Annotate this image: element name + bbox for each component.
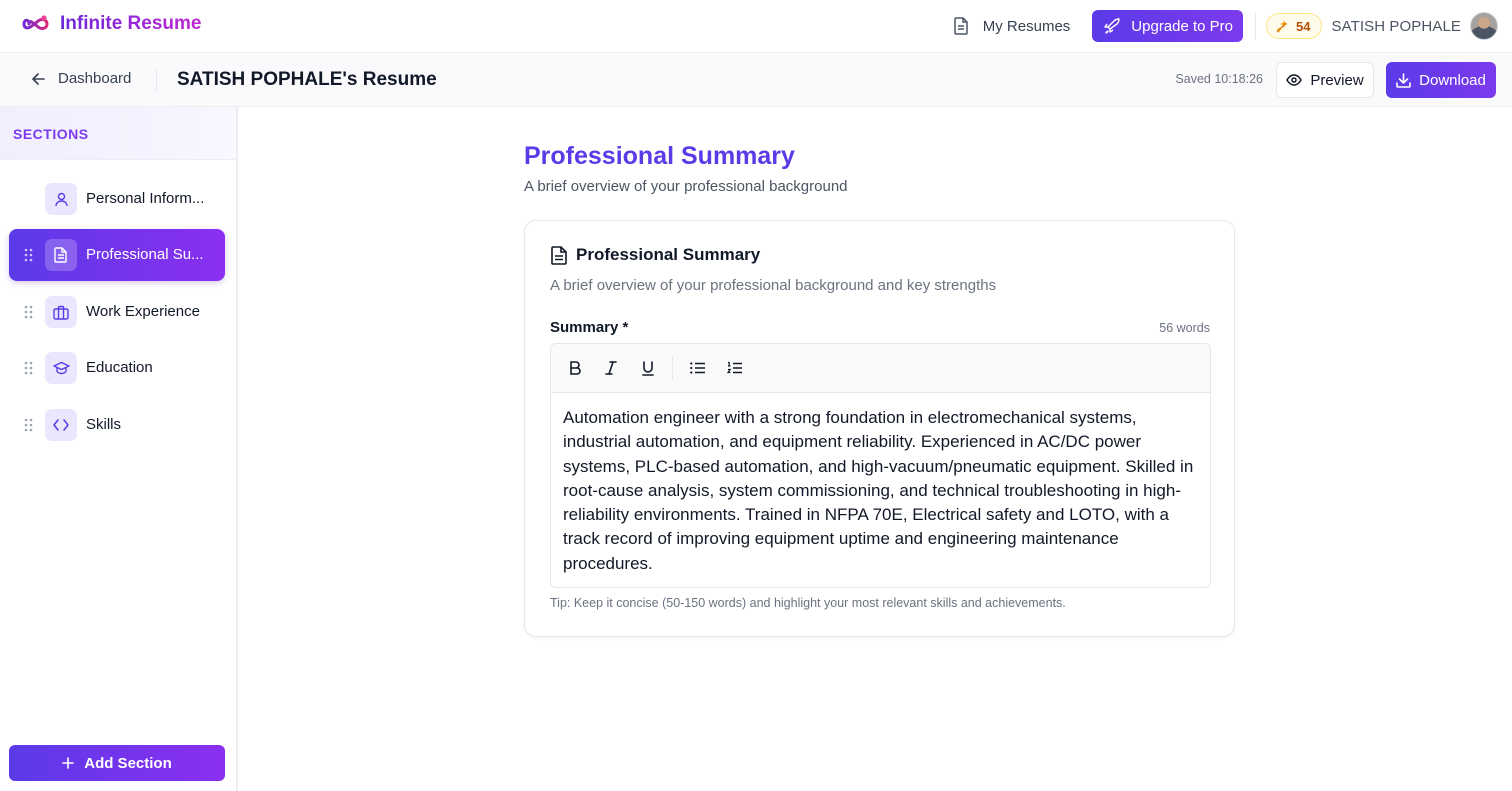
brand-name: Infinite Resume [60, 13, 202, 34]
rocket-icon [1104, 17, 1121, 35]
bullet-list-button[interactable] [685, 356, 709, 380]
card-header: Professional Summary [550, 245, 760, 265]
add-section-label: Add Section [84, 754, 172, 772]
sections-heading: SECTIONS [0, 107, 236, 160]
upgrade-button[interactable]: Upgrade to Pro [1092, 10, 1244, 42]
eye-icon [1286, 74, 1303, 86]
download-button[interactable]: Download [1386, 62, 1496, 98]
word-count: 56 words [1159, 321, 1210, 335]
plus-icon [62, 757, 75, 769]
document-icon [550, 245, 567, 265]
sidebar-item-skills[interactable]: Skills [9, 399, 225, 451]
italic-icon [605, 361, 617, 375]
graduation-cap-icon [45, 352, 77, 384]
summary-textarea[interactable]: Automation engineer with a strong founda… [551, 393, 1210, 576]
my-resumes-label: My Resumes [982, 17, 1071, 35]
arrow-left-icon [31, 72, 45, 86]
document-icon [953, 17, 969, 35]
back-label: Dashboard [58, 70, 132, 87]
brand-logo[interactable]: Infinite Resume [22, 13, 201, 35]
sidebar-item-label: Skills [86, 416, 122, 433]
summary-card: Professional Summary A brief overview of… [524, 220, 1235, 637]
sidebar-item-label: Professional Su... [86, 246, 204, 263]
card-subtitle: A brief overview of your professional ba… [550, 277, 997, 294]
numbered-list-icon [726, 361, 742, 375]
sparkle-icon [1275, 19, 1290, 34]
sidebar-item-label: Education [86, 359, 153, 376]
underline-button[interactable] [636, 356, 660, 380]
page-subtitle: A brief overview of your professional ba… [524, 178, 848, 195]
header-divider [156, 70, 157, 92]
toolbar-divider [672, 356, 673, 380]
sidebar-item-label: Personal Inform... [86, 190, 205, 207]
drag-handle-icon[interactable] [24, 361, 33, 375]
summary-tip: Tip: Keep it concise (50-150 words) and … [550, 596, 1066, 610]
top-navbar: Infinite Resume My Resumes Upgrade to Pr… [0, 0, 1512, 53]
download-icon [1396, 72, 1411, 88]
card-title: Professional Summary [576, 245, 761, 264]
drag-handle-icon[interactable] [24, 305, 33, 319]
summary-field-label: Summary * [550, 319, 629, 336]
editor-header: Dashboard SATISH POPHALE's Resume Saved … [0, 53, 1512, 107]
credits-badge[interactable]: 54 [1266, 13, 1322, 39]
infinity-logo-icon [22, 13, 50, 35]
sidebar-item-personal-information[interactable]: Personal Inform... [9, 173, 225, 225]
drag-handle-icon[interactable] [24, 418, 33, 432]
bullet-list-icon [689, 362, 705, 374]
save-status: Saved 10:18:26 [1175, 72, 1263, 86]
code-icon [45, 409, 77, 441]
user-name[interactable]: SATISH POPHALE [1332, 18, 1462, 35]
drag-handle-icon[interactable] [24, 248, 33, 262]
italic-button[interactable] [599, 356, 623, 380]
credits-count: 54 [1296, 18, 1311, 34]
preview-button[interactable]: Preview [1276, 62, 1374, 98]
resume-title: SATISH POPHALE's Resume [177, 69, 437, 90]
editor-toolbar [551, 344, 1210, 393]
sections-sidebar: SECTIONS Personal Inform... Professional… [0, 107, 238, 791]
add-section-button[interactable]: Add Section [9, 745, 225, 781]
sidebar-item-education[interactable]: Education [9, 342, 225, 394]
my-resumes-link[interactable]: My Resumes [953, 17, 1071, 35]
back-to-dashboard-button[interactable]: Dashboard [31, 70, 131, 87]
sidebar-item-label: Work Experience [86, 303, 200, 320]
document-icon [45, 239, 77, 271]
preview-label: Preview [1310, 71, 1364, 89]
download-label: Download [1419, 71, 1486, 89]
nav-divider [1255, 13, 1257, 39]
numbered-list-button[interactable] [722, 356, 746, 380]
sidebar-item-professional-summary[interactable]: Professional Su... [9, 229, 225, 281]
briefcase-icon [45, 296, 77, 328]
bold-icon [569, 361, 581, 375]
editor-main: Professional Summary A brief overview of… [240, 107, 1512, 791]
sidebar-item-work-experience[interactable]: Work Experience [9, 286, 225, 338]
user-icon [45, 183, 77, 215]
upgrade-label: Upgrade to Pro [1131, 17, 1234, 35]
page-title: Professional Summary [524, 142, 795, 170]
bold-button[interactable] [563, 356, 587, 380]
underline-icon [642, 360, 654, 376]
user-avatar[interactable] [1470, 12, 1498, 40]
summary-rich-text-editor: Automation engineer with a strong founda… [550, 343, 1211, 588]
